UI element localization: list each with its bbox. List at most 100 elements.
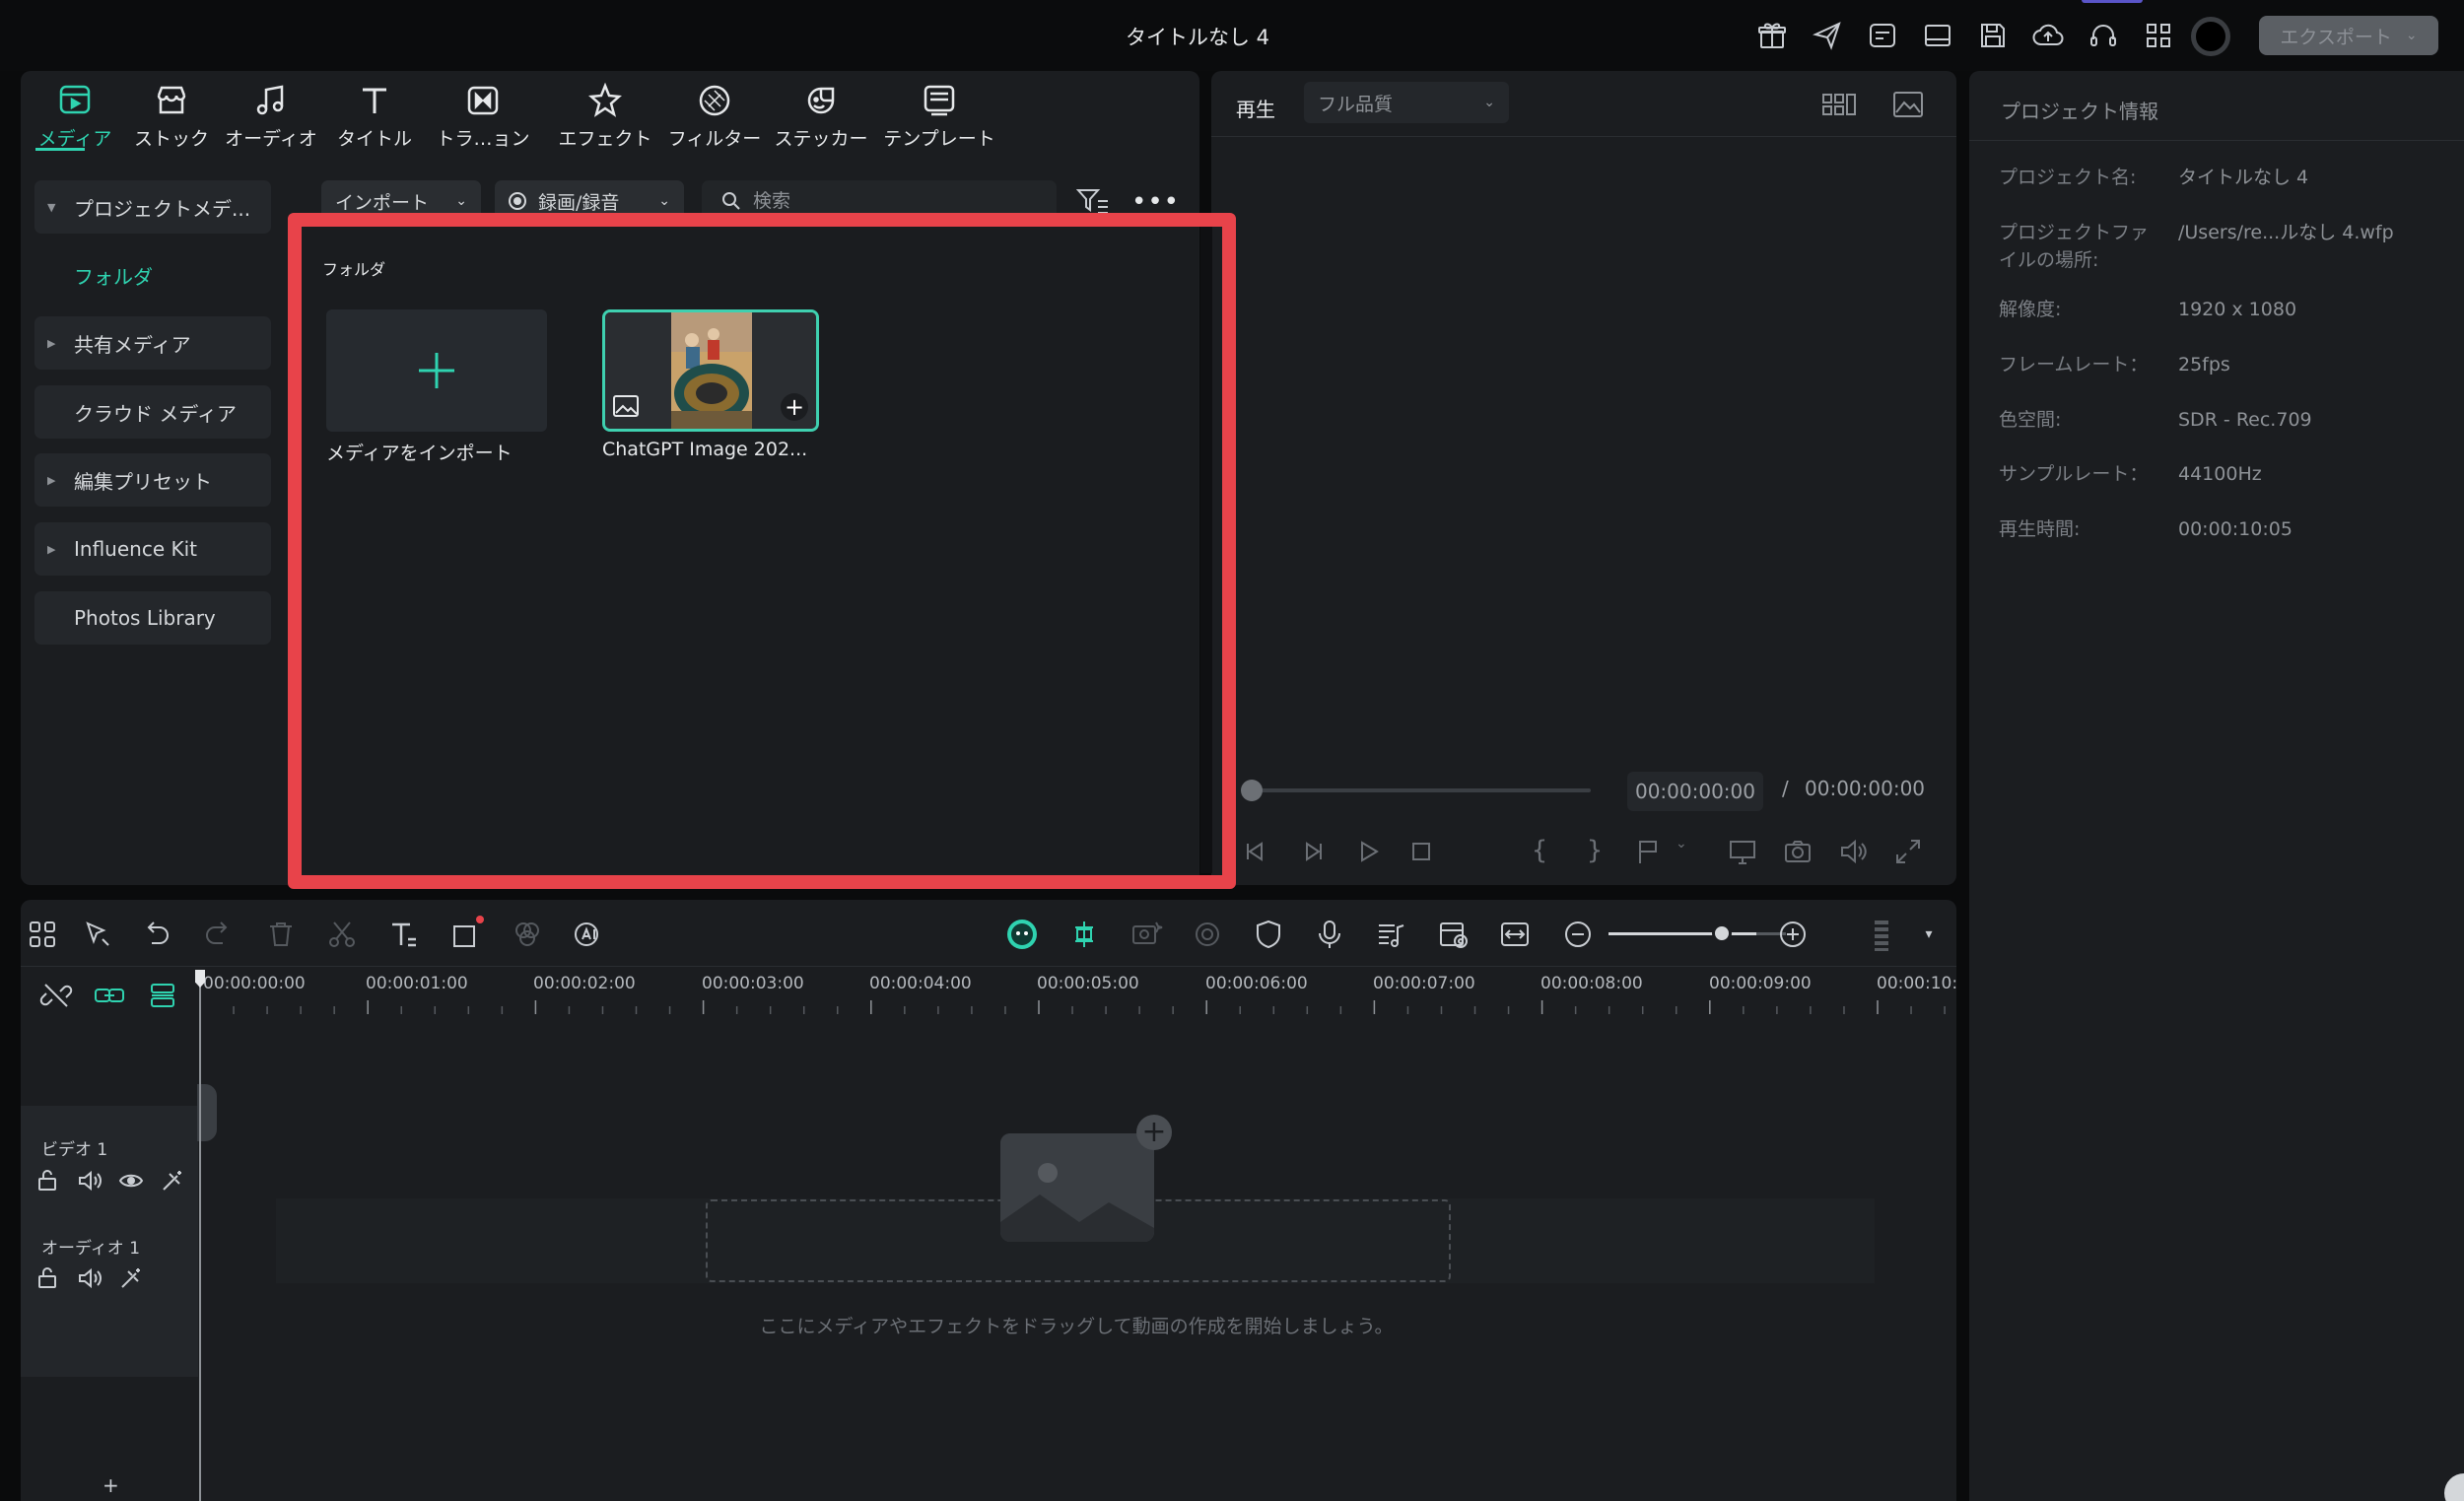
grid-view-icon[interactable]	[1821, 91, 1857, 118]
tab-audio[interactable]: オーディオ	[222, 81, 320, 152]
snap-icon[interactable]	[1067, 918, 1101, 951]
search-box[interactable]	[702, 180, 1057, 222]
microphone-icon[interactable]	[1313, 918, 1346, 951]
seek-handle[interactable]	[1241, 780, 1263, 801]
tab-label: オーディオ	[225, 128, 317, 150]
sidebar-item-project-media[interactable]: ▼ プロジェクトメデ...	[34, 180, 271, 234]
add-media-icon[interactable]: +	[1136, 1115, 1172, 1150]
redo-icon[interactable]	[201, 918, 235, 951]
record-dropdown[interactable]: 録画/録音 ⌄	[495, 180, 684, 222]
zoom-out-icon[interactable]	[1561, 918, 1595, 951]
volume-icon[interactable]	[1837, 836, 1869, 867]
zoom-slider-track[interactable]	[1608, 932, 1756, 935]
more-options-icon[interactable]: •••	[1131, 187, 1180, 217]
sidebar-item-folder[interactable]: フォルダ	[34, 248, 271, 302]
current-time[interactable]: 00:00:00:00	[1627, 772, 1763, 811]
volume-icon[interactable]	[77, 1168, 103, 1194]
previous-frame-icon[interactable]	[1240, 836, 1271, 867]
quality-dropdown[interactable]: フル品質 ⌄	[1304, 82, 1509, 123]
panel-divider[interactable]	[1200, 227, 1212, 873]
audio-mix-icon[interactable]	[1374, 918, 1407, 951]
tab-media[interactable]: メディア	[35, 81, 114, 152]
unlink-icon[interactable]	[39, 979, 73, 1012]
eye-icon[interactable]	[118, 1168, 144, 1194]
effect-icon	[585, 81, 625, 120]
magic-wand-icon[interactable]	[160, 1168, 185, 1194]
mark-in-icon[interactable]: {	[1524, 836, 1555, 867]
color-icon[interactable]	[511, 918, 544, 951]
send-icon[interactable]	[1812, 20, 1843, 51]
record-status-icon[interactable]	[2191, 17, 2230, 56]
select-tool-icon[interactable]	[81, 918, 114, 951]
fullscreen-icon[interactable]	[1892, 836, 1924, 867]
tab-sticker[interactable]: ステッカー	[767, 81, 875, 152]
ai-tool-icon[interactable]	[572, 918, 605, 951]
track-height-icon[interactable]	[1865, 918, 1898, 951]
marker-icon[interactable]	[1634, 836, 1666, 867]
delete-icon[interactable]	[264, 918, 298, 951]
search-input[interactable]	[753, 190, 1049, 212]
magic-wand-icon[interactable]	[118, 1265, 144, 1291]
ai-assistant-icon[interactable]	[1005, 918, 1039, 951]
camera-icon[interactable]	[1782, 836, 1814, 867]
subtitle-icon[interactable]	[1867, 20, 1898, 51]
info-key-frame-rate: フレームレート：	[1999, 354, 2149, 375]
tab-template[interactable]: テンプレート	[880, 81, 998, 152]
media-thumbnail[interactable]: +	[602, 309, 819, 432]
lock-icon[interactable]	[35, 1168, 61, 1194]
zoom-in-icon[interactable]	[1776, 918, 1810, 951]
link-icon[interactable]	[93, 979, 126, 1012]
sidebar-item-cloud-media[interactable]: クラウド メディア	[34, 385, 271, 439]
sidebar-item-influence-kit[interactable]: ▶ Influence Kit	[34, 522, 271, 576]
volume-icon[interactable]	[77, 1265, 103, 1291]
preview-render-icon[interactable]	[1437, 918, 1471, 951]
seek-bar[interactable]	[1252, 788, 1591, 792]
stop-icon[interactable]	[1405, 836, 1437, 867]
cloud-upload-icon[interactable]	[2032, 20, 2064, 51]
layout-grid-icon[interactable]	[26, 918, 59, 951]
text-tool-icon[interactable]	[386, 918, 420, 951]
lock-icon[interactable]	[35, 1265, 61, 1291]
stabilize-icon[interactable]	[1191, 918, 1224, 951]
gift-icon[interactable]	[1756, 20, 1788, 51]
shield-icon[interactable]	[1252, 918, 1285, 951]
tab-title[interactable]: タイトル	[330, 81, 419, 152]
mark-out-icon[interactable]: }	[1579, 836, 1610, 867]
ruler-ticks[interactable]	[200, 1000, 1956, 1014]
sidebar-item-edit-presets[interactable]: ▶ 編集プリセット	[34, 453, 271, 507]
tab-effect[interactable]: エフェクト	[553, 81, 657, 152]
headset-icon[interactable]	[2088, 20, 2119, 51]
playhead[interactable]	[199, 971, 201, 1501]
tab-transition[interactable]: トラ…ョン	[434, 81, 532, 152]
snapshot-view-icon[interactable]	[1892, 91, 1924, 118]
next-frame-icon[interactable]	[1297, 836, 1329, 867]
crop-icon[interactable]	[449, 916, 484, 951]
split-icon[interactable]	[325, 918, 359, 951]
track-manager-icon[interactable]	[146, 979, 179, 1012]
sidebar-item-photos-library[interactable]: Photos Library	[34, 591, 271, 645]
export-button[interactable]: エクスポート ⌄	[2259, 16, 2438, 55]
add-to-timeline-icon[interactable]: +	[781, 393, 808, 421]
auto-reframe-icon[interactable]	[1129, 918, 1163, 951]
import-dropdown[interactable]: インポート ⌄	[321, 180, 481, 222]
play-icon[interactable]	[1352, 836, 1384, 867]
import-media-tile[interactable]	[326, 309, 547, 432]
layout-icon[interactable]	[1922, 20, 1953, 51]
sidebar-item-shared-media[interactable]: ▶ 共有メディア	[34, 316, 271, 370]
player-tab[interactable]: 再生	[1236, 94, 1275, 122]
zoom-slider-handle[interactable]	[1712, 923, 1732, 943]
apps-grid-icon[interactable]	[2143, 20, 2174, 51]
filter-sort-icon[interactable]	[1076, 186, 1110, 216]
sticker-icon	[801, 81, 841, 120]
display-icon[interactable]	[1727, 836, 1758, 867]
undo-icon[interactable]	[140, 918, 173, 951]
project-info-panel	[1969, 71, 2464, 1501]
chevron-down-icon[interactable]: ⌄	[1676, 836, 1693, 867]
triangle-down-icon[interactable]: ▾	[1912, 918, 1946, 951]
tab-label: トラ…ョン	[436, 128, 530, 150]
add-track-button[interactable]: +	[103, 1473, 119, 1497]
tab-stock[interactable]: ストック	[127, 81, 216, 152]
tab-filter[interactable]: フィルター	[662, 81, 767, 152]
fit-timeline-icon[interactable]	[1498, 918, 1532, 951]
save-icon[interactable]	[1977, 20, 2009, 51]
